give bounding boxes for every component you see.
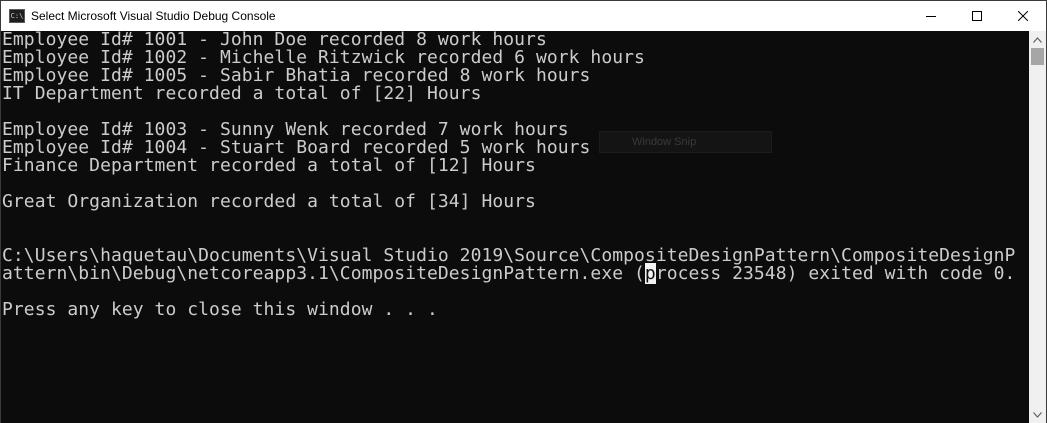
maximize-button[interactable]: [954, 1, 1000, 31]
scroll-down-button[interactable]: [1029, 406, 1046, 423]
chevron-down-icon: [1033, 411, 1042, 418]
console-line-suffix: rocess 23548) exited with code 0.: [655, 263, 1016, 284]
console-line-exit: attern\bin\Debug\netcoreapp3.1\Composite…: [2, 263, 1016, 284]
window-snip-overlay: Window Snip: [599, 131, 772, 153]
console-window: C:\ Select Microsoft Visual Studio Debug…: [0, 0, 1047, 423]
console-line: Press any key to close this window . . .: [2, 299, 438, 320]
minimize-button[interactable]: [908, 1, 954, 31]
close-icon: [1018, 11, 1028, 21]
console-line-prefix: attern\bin\Debug\netcoreapp3.1\Composite…: [2, 263, 645, 284]
minimize-icon: [926, 16, 936, 17]
console-output[interactable]: Employee Id# 1001 - John Doe recorded 8 …: [1, 31, 1029, 423]
text-cursor: p: [644, 263, 656, 284]
close-button[interactable]: [1000, 1, 1046, 31]
title-bar[interactable]: C:\ Select Microsoft Visual Studio Debug…: [1, 1, 1046, 31]
console-line: IT Department recorded a total of [22] H…: [2, 83, 482, 104]
chevron-up-icon: [1033, 36, 1042, 43]
console-line: Finance Department recorded a total of […: [2, 155, 536, 176]
scrollbar-thumb[interactable]: [1031, 48, 1044, 65]
maximize-icon: [972, 11, 982, 21]
scroll-up-button[interactable]: [1029, 31, 1046, 48]
console-app-icon[interactable]: C:\: [9, 9, 25, 23]
window-title: Select Microsoft Visual Studio Debug Con…: [31, 9, 276, 23]
console-line: Great Organization recorded a total of […: [2, 191, 536, 212]
vertical-scrollbar[interactable]: [1029, 31, 1046, 423]
